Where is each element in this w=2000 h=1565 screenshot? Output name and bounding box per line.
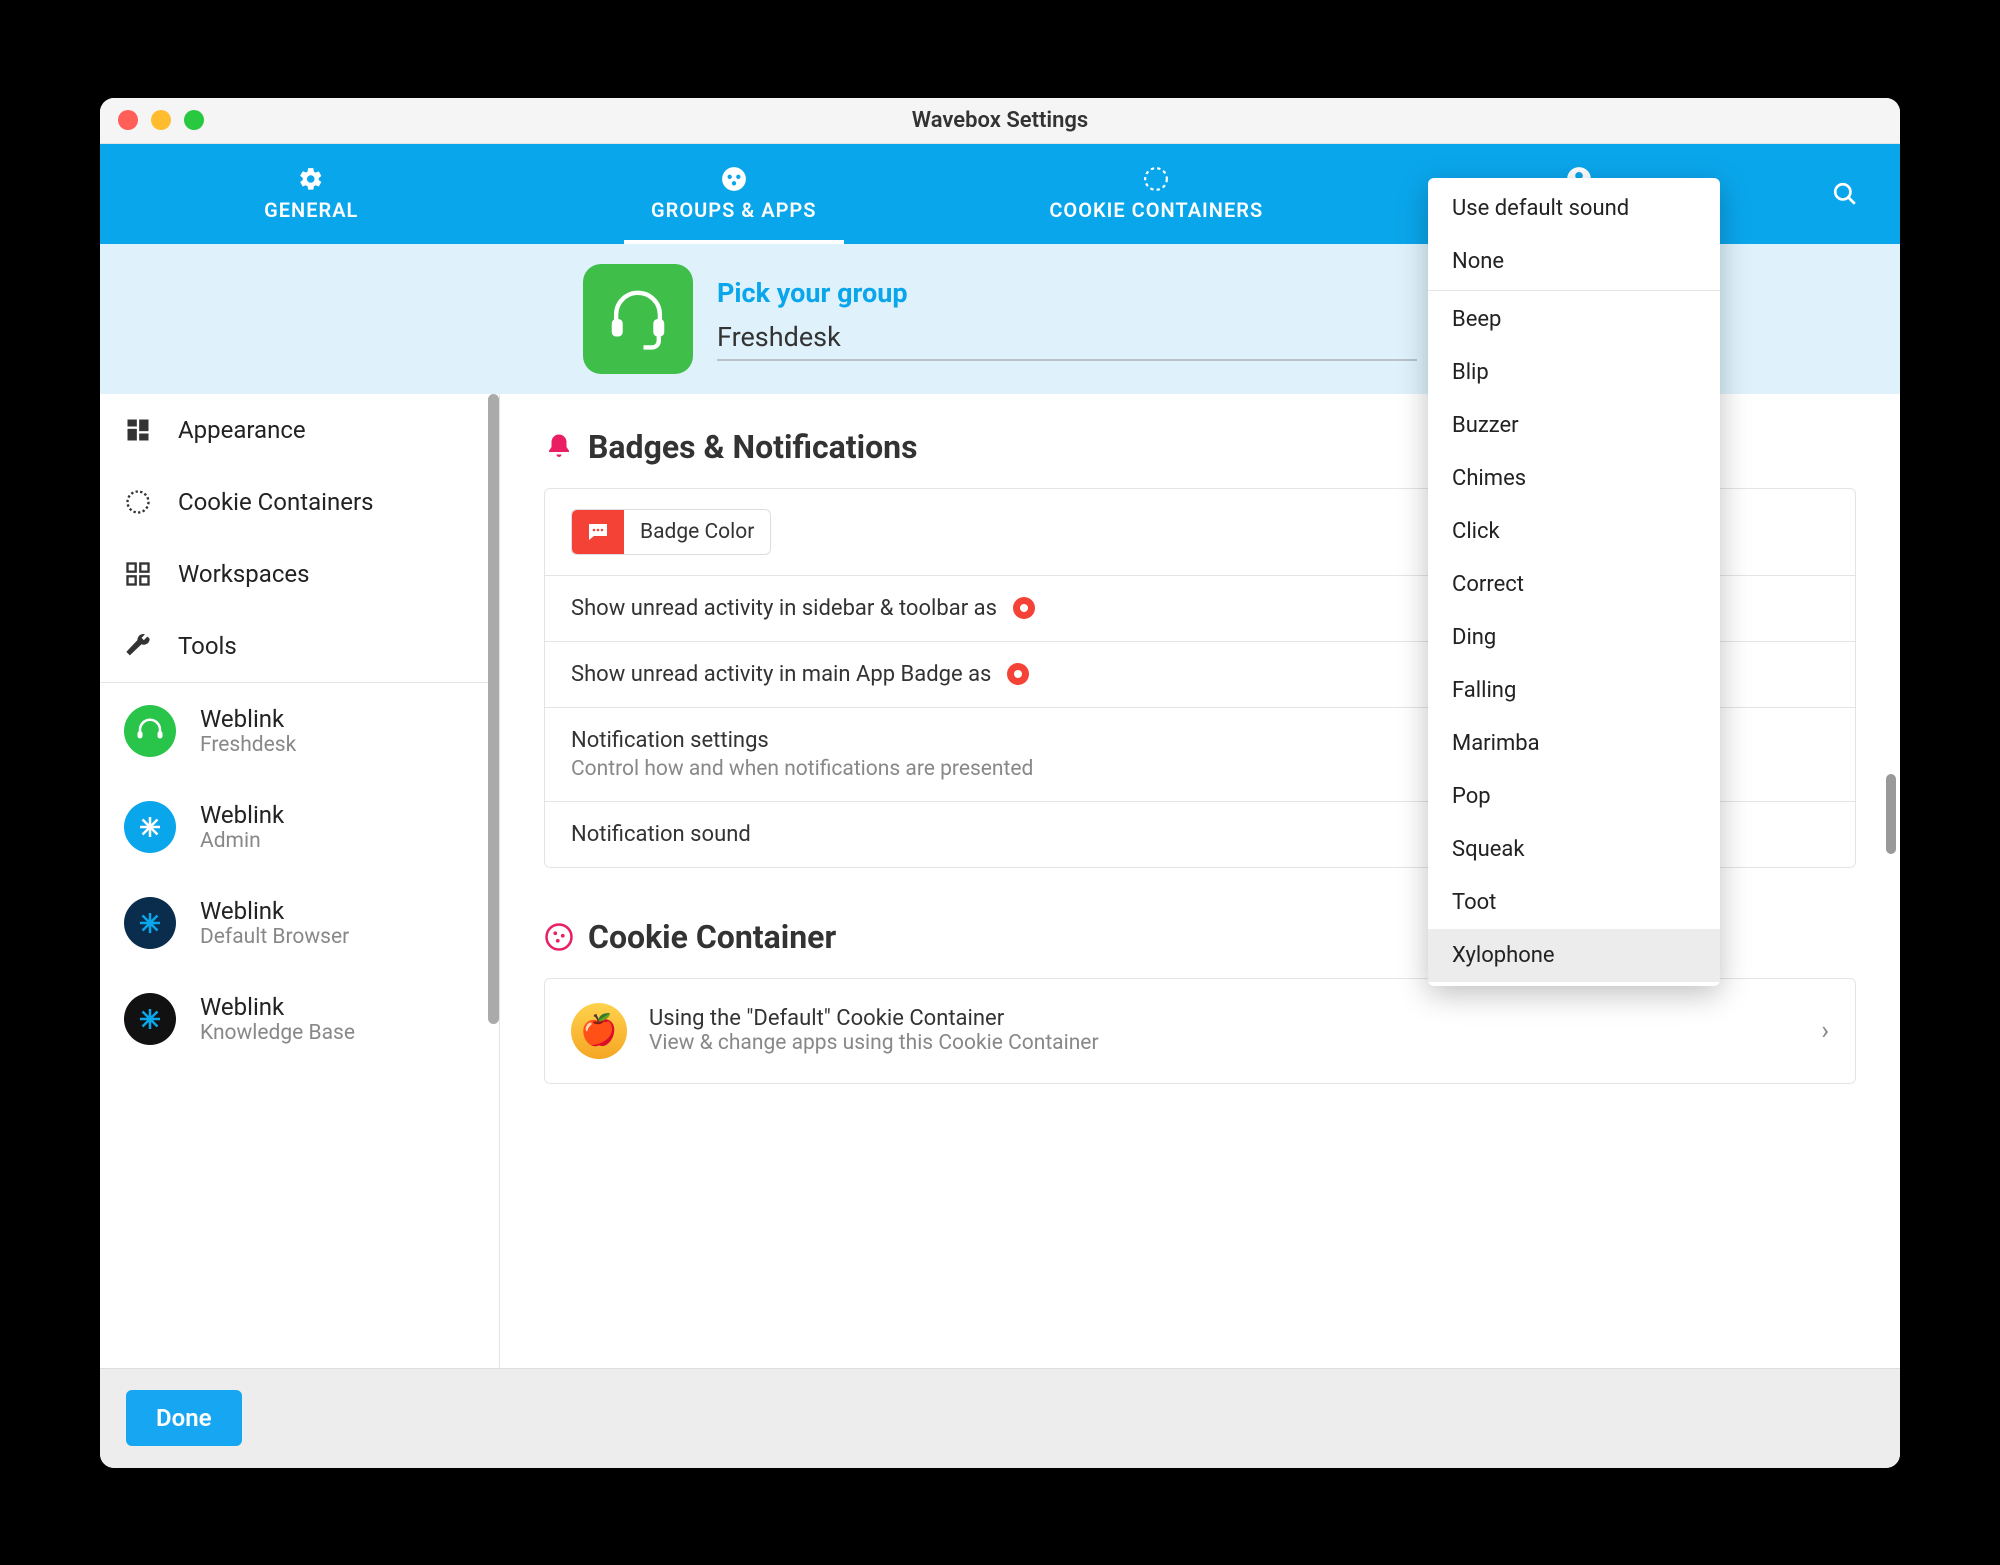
sound-option[interactable]: Click [1428,505,1720,558]
footer: Done [100,1368,1900,1468]
gear-icon [298,166,324,192]
left-sidebar: Appearance Cookie Containers Workspaces … [100,394,500,1368]
apps-icon [721,166,747,192]
group-picker-label: Pick your group [717,277,1417,309]
sidebar-scrollbar[interactable] [488,394,499,1024]
group-picker-body: Pick your group [717,277,1417,361]
headset-icon [603,284,673,354]
sound-option[interactable]: None [1428,235,1720,288]
dropdown-separator [1428,290,1720,291]
window-title: Wavebox Settings [100,108,1900,133]
bell-icon [544,432,574,462]
sound-option[interactable]: Squeak [1428,823,1720,876]
done-button[interactable]: Done [126,1390,242,1446]
sound-option[interactable]: Pop [1428,770,1720,823]
weblink-dark-icon [124,897,176,949]
group-picker-input[interactable] [717,315,1417,361]
sidebar-app-knowledge-base[interactable]: WeblinkKnowledge Base [100,971,499,1067]
sound-option[interactable]: Buzzer [1428,399,1720,452]
sound-option[interactable]: Correct [1428,558,1720,611]
sidebar-app-freshdesk[interactable]: WeblinkFreshdesk [100,683,499,779]
sound-option[interactable]: Toot [1428,876,1720,929]
sidebar-app-default-browser[interactable]: WeblinkDefault Browser [100,875,499,971]
weblink-black-icon [124,993,176,1045]
main-scrollbar[interactable] [1886,774,1896,854]
dashboard-icon [124,416,152,444]
sidebar-item-tools[interactable]: Tools [100,610,499,682]
minimize-window-button[interactable] [151,110,171,130]
titlebar: Wavebox Settings [100,98,1900,144]
sound-option[interactable]: Beep [1428,293,1720,346]
apple-icon: 🍎 [571,1003,627,1059]
sidebar-item-appearance[interactable]: Appearance [100,394,499,466]
sound-option[interactable]: Marimba [1428,717,1720,770]
sidebar-item-cookie-containers[interactable]: Cookie Containers [100,466,499,538]
cookie-icon [1143,166,1169,192]
close-window-button[interactable] [118,110,138,130]
sidebar-app-admin[interactable]: WeblinkAdmin [100,779,499,875]
cookie-pink-icon [544,922,574,952]
red-dot-icon [1007,663,1029,685]
sidebar-item-workspaces[interactable]: Workspaces [100,538,499,610]
chat-icon [572,510,624,554]
chevron-right-icon: › [1821,1016,1829,1046]
sound-option[interactable]: Xylophone [1428,929,1720,982]
sound-option[interactable]: Falling [1428,664,1720,717]
sound-option[interactable]: Chimes [1428,452,1720,505]
cookie-card: 🍎 Using the "Default" Cookie Container V… [544,978,1856,1084]
maximize-window-button[interactable] [184,110,204,130]
tab-groups-apps[interactable]: GROUPS & APPS [523,144,946,244]
traffic-lights [118,110,204,130]
search-icon [1832,181,1858,207]
cookie-icon [124,488,152,516]
cookie-default-row[interactable]: 🍎 Using the "Default" Cookie Container V… [545,979,1855,1083]
settings-window: Wavebox Settings GENERAL GROUPS & APPS C… [100,98,1900,1468]
tab-cookie-containers[interactable]: COOKIE CONTAINERS [945,144,1368,244]
sound-dropdown: Use default soundNoneBeepBlipBuzzerChime… [1428,178,1720,986]
headset-green-icon [124,705,176,757]
badge-color-button[interactable]: Badge Color [571,509,771,555]
search-button[interactable] [1790,144,1900,244]
tab-general[interactable]: GENERAL [100,144,523,244]
sound-option[interactable]: Ding [1428,611,1720,664]
wrench-icon [124,632,152,660]
group-icon [583,264,693,374]
sound-option[interactable]: Blip [1428,346,1720,399]
red-dot-icon [1013,597,1035,619]
sound-option[interactable]: Use default sound [1428,182,1720,235]
grid-icon [124,560,152,588]
weblink-blue-icon [124,801,176,853]
